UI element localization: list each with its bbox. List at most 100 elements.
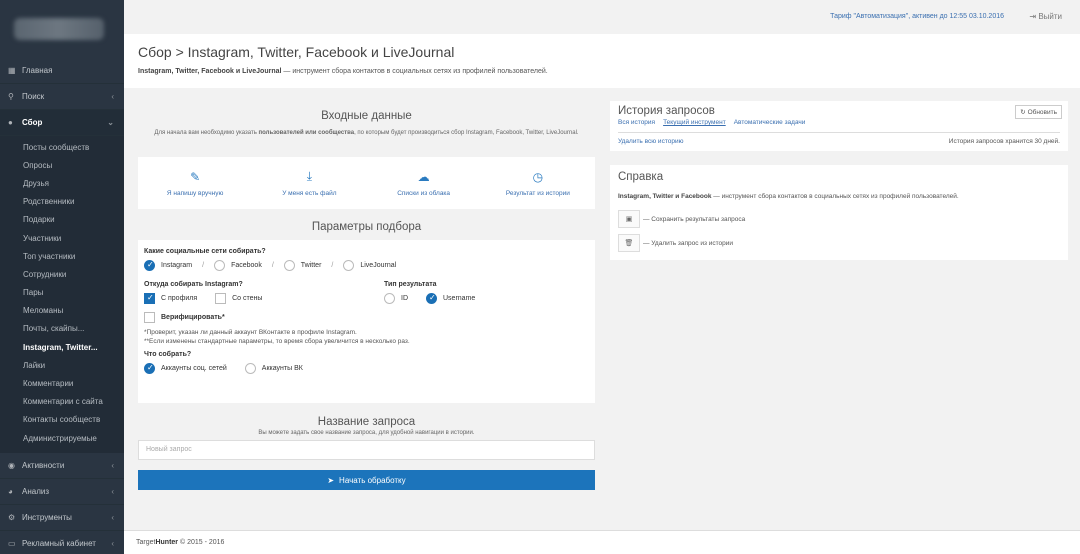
sub-item[interactable]: Администрируемые bbox=[0, 429, 124, 447]
footer-brand-pre: Target bbox=[136, 539, 156, 546]
nav-label: Сбор bbox=[22, 118, 43, 127]
sub-item[interactable]: Комментарии bbox=[0, 374, 124, 392]
logout-button[interactable]: ⇥ Выйти bbox=[1029, 12, 1062, 21]
help-delete-row: 🗑 — Удалить запрос из истории bbox=[618, 234, 1060, 252]
sub-item[interactable]: Меломаны bbox=[0, 302, 124, 320]
help-description: Instagram, Twitter и Facebook — инструме… bbox=[618, 193, 1060, 200]
params-title: Параметры подбора bbox=[311, 221, 422, 233]
nav-label: Инструменты bbox=[22, 513, 72, 523]
nav-item-collect[interactable]: ● Сбор ⌄ bbox=[0, 110, 124, 136]
sub-item[interactable]: Контакты сообществ bbox=[0, 411, 124, 429]
separator: / bbox=[271, 262, 274, 269]
verify-row: Верифицировать* bbox=[144, 312, 589, 323]
history-footer: Удалить всю историю История запросов хра… bbox=[618, 138, 1060, 145]
sub-item[interactable]: Топ участники bbox=[0, 247, 124, 265]
sub-item[interactable]: Друзья bbox=[0, 174, 124, 192]
sub-item[interactable]: Родственники bbox=[0, 193, 124, 211]
nav-label: Главная bbox=[22, 66, 53, 75]
collect-social-radio[interactable] bbox=[144, 363, 155, 374]
eye-icon: ◉ bbox=[8, 461, 15, 471]
option-label: С профиля bbox=[161, 295, 198, 302]
result-id-radio[interactable] bbox=[384, 293, 395, 304]
search-icon: ⚲ bbox=[8, 92, 14, 101]
sub-item[interactable]: Посты сообществ bbox=[0, 138, 124, 156]
params-card: Какие социальные сети собирать? Instagra… bbox=[138, 240, 595, 403]
tab-current-tool[interactable]: Текущий инструмент bbox=[663, 119, 726, 126]
network-facebook-radio[interactable] bbox=[214, 260, 226, 271]
chevron-left-icon: ‹ bbox=[111, 92, 114, 101]
query-name-input[interactable]: Новый запрос bbox=[138, 440, 595, 460]
refresh-button[interactable]: ↻ Обновить bbox=[1015, 105, 1062, 119]
nav-item-tools[interactable]: ⚙ Инструменты ‹ bbox=[0, 505, 124, 532]
network-label: Facebook bbox=[231, 262, 262, 269]
nav-item-search[interactable]: ⚲ Поиск ‹ bbox=[0, 84, 124, 110]
trash-icon: 🗑 bbox=[618, 234, 640, 252]
delete-history-link[interactable]: Удалить всю историю bbox=[618, 138, 683, 145]
collect-label: Что собрать? bbox=[144, 351, 192, 358]
sub-item[interactable]: Комментарии с сайта bbox=[0, 393, 124, 411]
description-text: — инструмент сбора контактов в социальны… bbox=[281, 68, 548, 75]
subtitle-bold: пользователей или сообщества bbox=[258, 130, 355, 136]
help-title: Справка bbox=[618, 171, 664, 183]
tariff-link[interactable]: Тариф "Автоматизация", активен до 12:55 … bbox=[830, 13, 1004, 20]
collect-vk-radio[interactable] bbox=[244, 363, 256, 374]
save-icon: ▣ bbox=[618, 210, 640, 228]
query-subtitle: Вы можете задать свое название запроса, … bbox=[258, 430, 475, 436]
network-twitter-radio[interactable] bbox=[283, 260, 295, 271]
logout-icon: ⇥ bbox=[1029, 12, 1039, 21]
option-label: Аккаунты соц. сетей bbox=[161, 365, 227, 372]
tab-auto-tasks[interactable]: Автоматические задачи bbox=[734, 119, 806, 126]
result-username-radio[interactable] bbox=[426, 293, 437, 304]
start-button[interactable]: ➤ Начать обработку bbox=[138, 470, 595, 490]
history-card: История запросов ↻ Обновить Вся история … bbox=[610, 101, 1068, 151]
nav-item-activity[interactable]: ◉ Активности ‹ bbox=[0, 453, 124, 480]
sub-item[interactable]: Почты, скайпы... bbox=[0, 320, 124, 338]
option-cloud[interactable]: ☁ Списки из облака bbox=[367, 157, 481, 209]
note-2: **Если изменены стандартные параметры, т… bbox=[144, 338, 410, 345]
note-1: *Проверит, указан ли данный аккаунт ВКон… bbox=[144, 329, 357, 336]
sub-item[interactable]: Лайки bbox=[0, 356, 124, 374]
separator: / bbox=[331, 262, 334, 269]
verify-checkbox[interactable] bbox=[144, 312, 155, 323]
option-label: Username bbox=[443, 295, 476, 302]
sub-item[interactable]: Сотрудники bbox=[0, 265, 124, 283]
nav-item-ads[interactable]: ▭ Рекламный кабинет ‹ bbox=[0, 531, 124, 554]
input-options: ✎ Я напишу вручную ⤓ У меня есть файл ☁ Спи… bbox=[138, 157, 595, 209]
help-delete-text: — Удалить запрос из истории bbox=[643, 239, 734, 247]
history-tabs: Вся история Текущий инструмент Автоматич… bbox=[618, 119, 1060, 126]
source-profile-checkbox[interactable] bbox=[144, 293, 155, 304]
sub-item[interactable]: Пары bbox=[0, 284, 124, 302]
network-livejournal-radio[interactable] bbox=[343, 260, 355, 271]
option-label: У меня есть файл bbox=[282, 190, 337, 197]
logo[interactable] bbox=[0, 0, 124, 58]
sub-item[interactable]: Участники bbox=[0, 229, 124, 247]
sub-item[interactable]: Подарки bbox=[0, 211, 124, 229]
pie-chart-icon: ◕ bbox=[8, 487, 13, 497]
option-file[interactable]: ⤓ У меня есть файл bbox=[252, 157, 366, 209]
networks-label: Какие социальные сети собирать? bbox=[144, 248, 266, 255]
nav-item-home[interactable]: ▦ Главная bbox=[0, 58, 124, 84]
pencil-icon: ✎ bbox=[190, 169, 201, 184]
source-wall-checkbox[interactable] bbox=[215, 293, 227, 304]
sub-item-current[interactable]: Instagram, Twitter... bbox=[0, 338, 124, 356]
tab-all-history[interactable]: Вся история bbox=[618, 119, 655, 126]
page-description: Instagram, Twitter, Facebook и LiveJourn… bbox=[138, 68, 1066, 75]
nav-item-analysis[interactable]: ◕ Анализ ‹ bbox=[0, 479, 124, 506]
subtitle-text: , по которым будет производиться сбор In… bbox=[354, 130, 579, 136]
help-card: Справка Instagram, Twitter и Facebook — … bbox=[610, 165, 1068, 260]
history-title: История запросов bbox=[618, 105, 715, 117]
option-label: Я напишу вручную bbox=[166, 189, 224, 197]
option-manual[interactable]: ✎ Я напишу вручную bbox=[138, 157, 252, 209]
download-icon: ⤓ bbox=[306, 169, 313, 183]
send-icon: ➤ bbox=[327, 475, 335, 485]
network-instagram-radio[interactable] bbox=[144, 260, 155, 271]
nav-label: Рекламный кабинет bbox=[22, 539, 96, 549]
refresh-label: Обновить bbox=[1027, 109, 1057, 116]
description-bold: Instagram, Twitter, Facebook и LiveJourn… bbox=[138, 68, 282, 75]
sub-item[interactable]: Опросы bbox=[0, 156, 124, 174]
start-label: Начать обработку bbox=[339, 475, 406, 485]
clock-icon: ◷ bbox=[532, 169, 544, 184]
option-history[interactable]: ◷ Результат из истории bbox=[481, 157, 595, 209]
cloud-icon: ☁ bbox=[417, 169, 430, 184]
divider bbox=[618, 132, 1060, 133]
